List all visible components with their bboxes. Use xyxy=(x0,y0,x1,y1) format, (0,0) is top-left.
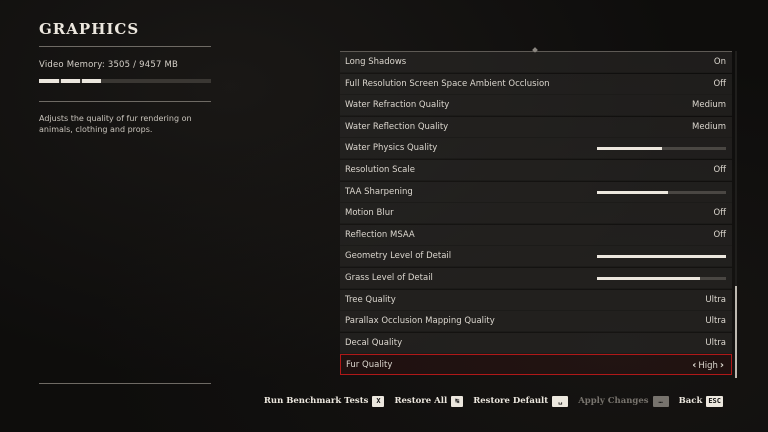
back-button[interactable]: Back ESC xyxy=(678,395,723,407)
setting-value: Ultra xyxy=(705,316,726,327)
setting-value: On xyxy=(713,57,726,67)
setting-slider[interactable] xyxy=(597,255,726,259)
run-benchmark-button[interactable]: Run Benchmark Tests X xyxy=(263,395,385,407)
description-divider xyxy=(39,101,211,102)
setting-label: TAA Sharpening xyxy=(345,186,413,197)
video-memory-segment xyxy=(61,79,80,83)
setting-value: Off xyxy=(713,165,726,175)
scrollbar-thumb[interactable] xyxy=(735,286,737,378)
video-memory-label: Video Memory: 3505 / 9457 MB xyxy=(39,60,179,70)
setting-value: ‹ High › xyxy=(690,360,726,371)
setting-label: Grass Level of Detail xyxy=(345,273,433,283)
setting-label: Water Reflection Quality xyxy=(345,121,449,132)
setting-value: Off xyxy=(713,229,726,240)
setting-label: Parallax Occlusion Mapping Quality xyxy=(345,316,495,327)
setting-label: Geometry Level of Detail xyxy=(345,251,452,262)
setting-value: Ultra xyxy=(705,294,726,305)
setting-label: Resolution Scale xyxy=(345,165,415,175)
restore-all-button[interactable]: Restore All ↹ xyxy=(394,395,464,407)
title-divider xyxy=(39,46,211,47)
bottom-divider xyxy=(39,383,211,384)
setting-row[interactable]: Grass Level of Detail xyxy=(340,268,732,289)
setting-row[interactable]: Fur Quality ‹ High › xyxy=(340,354,732,376)
slider-fill xyxy=(597,255,726,259)
key-x-icon: X xyxy=(372,395,385,407)
setting-label: Reflection MSAA xyxy=(345,229,415,240)
restore-all-label: Restore All xyxy=(394,396,448,406)
left-panel: GRAPHICS xyxy=(39,20,211,40)
page-title: GRAPHICS xyxy=(39,20,140,38)
setting-row[interactable]: Long Shadows On xyxy=(340,52,732,73)
setting-label: Water Refraction Quality xyxy=(345,100,450,111)
setting-row[interactable]: Geometry Level of Detail xyxy=(340,246,732,268)
setting-row[interactable]: Water Physics Quality xyxy=(340,138,732,160)
video-memory-segment xyxy=(82,79,101,83)
restore-default-button[interactable]: Restore Default ␣ xyxy=(473,395,569,407)
setting-label: Long Shadows xyxy=(345,57,407,67)
footer-actions: Run Benchmark Tests X Restore All ↹ Rest… xyxy=(264,394,723,408)
setting-slider[interactable] xyxy=(597,147,726,151)
setting-label: Full Resolution Screen Space Ambient Occ… xyxy=(345,78,550,89)
setting-description: Adjusts the quality of fur rendering on … xyxy=(39,114,192,134)
setting-row[interactable]: Tree Quality Ultra xyxy=(340,289,732,311)
restore-default-label: Restore Default xyxy=(473,396,549,406)
apply-changes-label: Apply Changes xyxy=(578,396,649,406)
setting-row[interactable]: Water Refraction Quality Medium xyxy=(340,95,732,117)
setting-label: Water Physics Quality xyxy=(345,143,438,154)
settings-list: Long Shadows On Full Resolution Screen Spa… xyxy=(340,47,732,378)
setting-value: Off xyxy=(713,208,726,219)
key-esc-icon: ESC xyxy=(706,395,723,407)
setting-label: Fur Quality xyxy=(346,360,393,371)
setting-label: Decal Quality xyxy=(345,337,403,348)
slider-fill xyxy=(597,147,662,151)
key-enter-icon: … xyxy=(652,395,669,407)
setting-row[interactable]: Parallax Occlusion Mapping Quality Ultra xyxy=(340,311,732,333)
slider-fill xyxy=(597,190,668,194)
chevron-right-icon[interactable]: › xyxy=(720,360,724,371)
settings-scrollbar[interactable] xyxy=(735,51,737,378)
setting-row[interactable]: Resolution Scale Off xyxy=(340,160,732,181)
video-memory-bar xyxy=(39,79,211,83)
chevron-left-icon[interactable]: ‹ xyxy=(692,360,696,371)
setting-row[interactable]: Water Reflection Quality Medium xyxy=(340,116,732,138)
run-benchmark-label: Run Benchmark Tests xyxy=(263,396,369,406)
setting-row[interactable]: Reflection MSAA Off xyxy=(340,224,732,246)
setting-value: Off xyxy=(713,78,726,89)
setting-value: Medium xyxy=(692,100,726,111)
setting-row[interactable]: Motion Blur Off xyxy=(340,203,732,225)
setting-slider[interactable] xyxy=(597,277,726,280)
setting-value: Medium xyxy=(692,121,726,132)
setting-value-text: High xyxy=(698,361,718,372)
video-memory-segment xyxy=(39,79,59,83)
setting-row[interactable]: Decal Quality Ultra xyxy=(340,332,732,354)
slider-fill xyxy=(597,277,701,280)
setting-value: Ultra xyxy=(705,337,726,348)
back-label: Back xyxy=(678,396,703,406)
setting-row[interactable]: Full Resolution Screen Space Ambient Occ… xyxy=(340,73,732,95)
apply-changes-button[interactable]: Apply Changes … xyxy=(578,395,669,407)
key-space-icon: ␣ xyxy=(552,395,569,407)
setting-label: Tree Quality xyxy=(345,294,396,305)
key-tab-icon: ↹ xyxy=(451,395,464,407)
setting-slider[interactable] xyxy=(597,190,726,194)
setting-row[interactable]: TAA Sharpening xyxy=(340,181,732,203)
setting-label: Motion Blur xyxy=(345,208,394,219)
